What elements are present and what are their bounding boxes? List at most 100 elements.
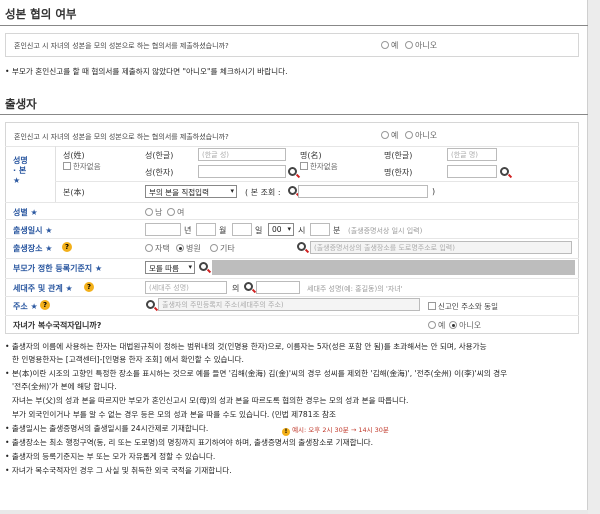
section-title-agreement: 성본 협의 여부 [5, 7, 77, 21]
search-icon[interactable] [288, 186, 297, 195]
bon-lookup-input[interactable] [298, 185, 428, 198]
child-agreement-question: 혼인신고 시 자녀의 성본을 모의 성본으로 하는 협의서를 제출하셨습니까? [14, 133, 229, 141]
agreement-note: • 부모가 혼인신고를 할 때 협의서를 제출하지 않았다면 "아니오"를 체크… [5, 67, 288, 76]
multi-nationality-yes[interactable]: 예 [428, 320, 445, 331]
sex-label: 성별 ★ [13, 208, 38, 217]
row-divider [5, 315, 579, 316]
col-divider [55, 146, 56, 202]
child-agreement-no[interactable]: 아니오 [405, 130, 437, 141]
given-hanja-label: 명(한자) [384, 168, 413, 177]
household-head-label: 세대주 및 관계 ★ [13, 284, 73, 293]
radio-icon[interactable] [381, 131, 389, 139]
birth-hour-select[interactable]: 00 [268, 223, 294, 236]
required-star: ★ [30, 302, 38, 311]
note-item: • 출생장소는 최소 행정구역(동, 리 또는 도로명)의 명칭까지 표기하여야… [5, 438, 373, 447]
row-divider [55, 181, 579, 182]
surname-label: 성(姓) [63, 151, 85, 160]
form-page: 성본 협의 여부 혼인신고 시 자녀의 성본을 모의 성본으로 하는 협의서를 … [0, 0, 588, 510]
registration-base-select[interactable]: 모를 따름 [145, 261, 195, 274]
search-icon[interactable] [244, 282, 253, 291]
help-icon[interactable]: ? [84, 282, 94, 292]
note-item: • 자녀가 복수국적자인 경우 그 사실 및 취득한 외국 국적을 기재합니다. [5, 466, 232, 475]
radio-icon[interactable] [405, 41, 413, 49]
year-unit: 년 [184, 226, 192, 235]
note-item: • 출생자의 등록기준지는 부 또는 모가 자유롭게 정할 수 있습니다. [5, 452, 216, 461]
household-head-input[interactable]: (세대주 성명) [145, 281, 227, 294]
radio-icon[interactable] [167, 208, 175, 216]
surname-hanja-input[interactable] [198, 165, 286, 178]
agreement-no-option[interactable]: 아니오 [405, 40, 437, 51]
birth-datetime-label: 출생일시 ★ [13, 226, 53, 235]
radio-icon[interactable] [145, 244, 153, 252]
section-title-child: 출생자 [5, 97, 37, 111]
given-hangul-label: 명(한글) [384, 151, 413, 160]
birth-day-input[interactable] [232, 223, 252, 236]
checkbox-icon[interactable] [428, 302, 436, 310]
same-address-option[interactable]: 신고인 주소와 동일 [428, 301, 498, 312]
note-item: '전주(全州)'가 본에 해당 합니다. [12, 382, 117, 391]
radio-icon[interactable] [428, 321, 436, 329]
child-agreement-yes[interactable]: 예 [381, 130, 398, 141]
surname-hangul-input[interactable]: (한글 성) [198, 148, 286, 161]
row-divider [5, 258, 579, 259]
given-no-hanja-option[interactable]: 한자없음 [300, 161, 338, 172]
name-label: 성명 · 본 ★ [13, 156, 28, 185]
bon-lookup-label: ( 본 조회 : [245, 188, 281, 197]
place-home-option[interactable]: 자택 [145, 243, 170, 254]
given-hanja-input[interactable] [447, 165, 497, 178]
search-icon[interactable] [500, 167, 509, 176]
note-item: • 출생일시는 출생증명서의 출생일시를 24시간제로 기재합니다. [5, 424, 209, 433]
scrollbar[interactable] [588, 0, 600, 514]
search-icon[interactable] [199, 262, 208, 271]
row-divider [5, 296, 579, 297]
row-divider [5, 202, 579, 203]
note-item: 자녀는 부(父)의 성과 본을 따르지만 부모가 혼인신고시 모(母)의 성과 … [12, 396, 409, 405]
given-hangul-input[interactable]: (한글 명) [447, 148, 497, 161]
radio-icon[interactable] [449, 321, 457, 329]
registration-base-label: 부모가 정한 등록기준지 ★ [13, 264, 103, 273]
radio-icon[interactable] [210, 244, 218, 252]
birth-place-input[interactable]: (출생증명서상의 출생장소를 도로명주소로 입력) [310, 241, 572, 254]
surname-no-hanja-option[interactable]: 한자없음 [63, 161, 101, 172]
address-input[interactable]: 출생자의 주민등록지 주소(세대주의 주소) [158, 298, 420, 311]
bon-select[interactable]: 부의 본을 직접입력 [145, 185, 237, 198]
sex-female-option[interactable]: 여 [167, 207, 184, 218]
search-icon[interactable] [297, 242, 306, 251]
bon-label: 본(本) [63, 188, 85, 197]
required-star: ★ [45, 226, 53, 235]
sex-male-option[interactable]: 남 [145, 207, 162, 218]
birth-place-label: 출생장소 ★ [13, 244, 53, 253]
address-label: 주소 ★ [13, 302, 38, 311]
radio-icon[interactable] [145, 208, 153, 216]
help-icon[interactable]: ? [62, 242, 72, 252]
place-other-option[interactable]: 기타 [210, 243, 235, 254]
birth-hint: (출생증명서상 일시 입력) [348, 227, 423, 235]
required-star: ★ [65, 284, 73, 293]
radio-icon[interactable] [405, 131, 413, 139]
section-divider [0, 25, 588, 26]
birth-year-input[interactable] [145, 223, 181, 236]
note-item: • 출생자의 이름에 사용하는 한자는 대법원규칙이 정하는 범위내의 것(인명… [5, 342, 487, 351]
birth-minute-input[interactable] [310, 223, 330, 236]
household-head-of: 의 [232, 284, 240, 293]
search-icon[interactable] [146, 300, 155, 309]
multi-nationality-no[interactable]: 아니오 [449, 320, 481, 331]
surname-hangul-label: 성(한글) [145, 151, 174, 160]
radio-icon[interactable] [176, 244, 184, 252]
row-divider [5, 238, 579, 239]
section-divider [0, 114, 588, 115]
checkbox-icon[interactable] [300, 162, 308, 170]
registration-base-field [212, 260, 575, 275]
agreement-yes-option[interactable]: 예 [381, 40, 398, 51]
checkbox-icon[interactable] [63, 162, 71, 170]
household-relation-input[interactable] [256, 281, 300, 294]
help-icon[interactable]: ? [40, 300, 50, 310]
place-hospital-option[interactable]: 병원 [176, 243, 201, 254]
birth-month-input[interactable] [196, 223, 216, 236]
required-star: ★ [30, 208, 38, 217]
required-star: ★ [94, 264, 103, 273]
search-icon[interactable] [288, 167, 297, 176]
required-star: ★ [45, 244, 53, 253]
month-unit: 월 [219, 226, 227, 235]
radio-icon[interactable] [381, 41, 389, 49]
